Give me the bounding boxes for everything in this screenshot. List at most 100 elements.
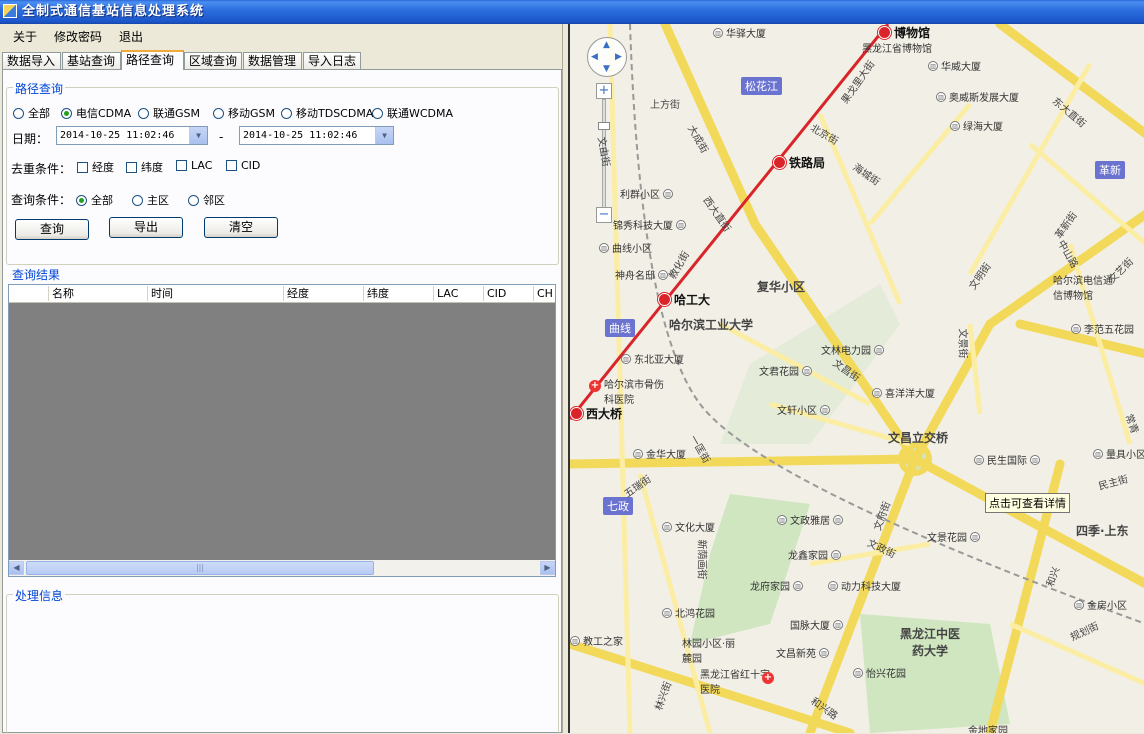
radio-network-all[interactable]: 全部 (13, 105, 50, 121)
poi[interactable]: 哈尔滨市骨伤科医院 (604, 376, 664, 406)
radio-label: 移动GSM (228, 107, 275, 120)
clear-button[interactable]: 清空 (204, 217, 278, 238)
scroll-left-icon[interactable]: ◀ (9, 561, 24, 575)
poi[interactable]: ▥ 民生国际 ▥ (974, 452, 1043, 467)
metro-station-xidaqiao[interactable]: 西大桥 (570, 405, 622, 422)
check-longitude[interactable]: 经度 (77, 159, 114, 175)
poi[interactable]: ▥ 北鸿花园 (662, 605, 715, 620)
poi[interactable]: ▥ 曲线小区 (599, 240, 652, 255)
metro-station-hit[interactable]: 哈工大 (658, 291, 710, 308)
hospital-icon[interactable]: + (589, 380, 601, 392)
menu-about[interactable]: 关于 (13, 28, 37, 45)
col-cid[interactable]: CID (484, 286, 534, 301)
date-from-picker[interactable]: 2014-10-25 11:02:46 ▼ (56, 126, 208, 145)
poi[interactable]: 龙府家园 ▥ (750, 578, 806, 593)
poi[interactable]: ▥ 量具小区 (1093, 446, 1144, 461)
poi[interactable]: ▥ 奥威斯发展大厦 (936, 89, 1019, 104)
pan-left-icon[interactable]: ◀ (591, 52, 598, 62)
poi[interactable]: ▥ 金华大厦 (633, 446, 686, 461)
poi[interactable]: ▥ 动力科技大厦 (828, 578, 901, 593)
radio-network-cdma[interactable]: 电信CDMA (61, 105, 131, 121)
date-from-value: 2014-10-25 11:02:46 (60, 130, 175, 141)
poi[interactable]: 文昌新苑 ▥ (776, 645, 832, 660)
poi[interactable]: 龙鑫家园 ▥ (788, 547, 844, 562)
poi[interactable]: ▥ 喜洋洋大厦 (872, 385, 935, 400)
poi[interactable]: ▥ 东北亚大厦 (621, 351, 684, 366)
chevron-down-icon[interactable]: ▼ (189, 127, 207, 144)
scroll-right-icon[interactable]: ▶ (540, 561, 555, 575)
map-tooltip: 点击可查看详情 (985, 493, 1070, 513)
scroll-thumb[interactable]: ||| (26, 561, 374, 575)
col-longitude[interactable]: 经度 (284, 286, 364, 301)
poi[interactable]: ▥ 李范五花园 (1071, 321, 1134, 336)
horizontal-scrollbar[interactable]: ◀ ||| ▶ (9, 560, 555, 576)
poi[interactable]: 神舟名邸 ▥ (615, 267, 671, 282)
radio-network-tdscdma[interactable]: 移动TDSCDMA (281, 105, 373, 121)
tab-area-query[interactable]: 区域查询 (184, 52, 242, 69)
poi[interactable]: 哈尔滨电信通信博物馆 (1053, 272, 1113, 302)
date-to-picker[interactable]: 2014-10-25 11:02:46 ▼ (239, 126, 394, 145)
building-icon: ▥ (676, 219, 686, 230)
poi[interactable]: ▥ 华威大厦 (928, 58, 981, 73)
results-table[interactable]: 名称 时间 经度 纬度 LAC CID CH ◀ ||| ▶ (8, 284, 556, 577)
radio-query-all[interactable]: 全部 (76, 192, 113, 208)
col-ch[interactable]: CH (534, 286, 555, 301)
metro-station-museum[interactable]: 博物馆 (878, 24, 930, 41)
col-lac[interactable]: LAC (434, 286, 484, 301)
col-name[interactable]: 名称 (49, 286, 148, 301)
radio-query-main[interactable]: 主区 (132, 192, 169, 208)
radio-network-mobile-gsm[interactable]: 移动GSM (213, 105, 275, 121)
building-icon: ▥ (974, 454, 984, 465)
poi-label: 文君花园 (759, 367, 799, 378)
poi[interactable]: ▥ 文化大厦 (662, 519, 715, 534)
checkbox (77, 161, 88, 173)
col-latitude[interactable]: 纬度 (364, 286, 434, 301)
route-query-group: 路径查询 全部 电信CDMA 联通GSM 移动GSM 移动TDSCDMA 联通W… (6, 80, 559, 265)
poi-label: 文林电力园 (821, 346, 871, 357)
map-pan-control[interactable]: ▲ ▼ ◀ ▶ (587, 37, 627, 77)
radio-network-wcdma[interactable]: 联通WCDMA (372, 105, 453, 121)
query-button[interactable]: 查询 (15, 219, 89, 240)
poi[interactable]: ▥ 教工之家 (570, 633, 623, 648)
tab-station-query[interactable]: 基站查询 (62, 52, 121, 69)
check-cid[interactable]: CID (226, 159, 260, 172)
map-view[interactable]: ▲ ▼ ◀ ▶ + − 博物馆 铁路局 哈工大 西大桥 松花江 曲线 七政 革新… (568, 24, 1144, 733)
tab-route-query[interactable]: 路径查询 (121, 50, 184, 70)
menu-change-password[interactable]: 修改密码 (54, 28, 102, 45)
poi[interactable]: ▥ 怡兴花园 (853, 665, 906, 680)
hospital-icon[interactable]: + (762, 672, 774, 684)
poi[interactable]: 黑龙江省博物馆 (862, 40, 932, 55)
poi[interactable]: 林园小区·丽麓园 (682, 635, 742, 665)
zoom-handle[interactable] (598, 122, 610, 130)
pan-down-icon[interactable]: ▼ (603, 64, 610, 74)
zoom-in-icon[interactable]: + (596, 83, 612, 99)
poi[interactable]: 利群小区 ▥ (620, 186, 676, 201)
poi[interactable]: ▥ 金房小区 (1074, 597, 1127, 612)
poi[interactable]: 国脉大厦 ▥ (790, 617, 846, 632)
poi[interactable]: ▥ 华驿大厦 (713, 25, 766, 40)
radio-network-unicom-gsm[interactable]: 联通GSM (138, 105, 200, 121)
check-lac[interactable]: LAC (176, 159, 212, 172)
pan-right-icon[interactable]: ▶ (615, 52, 622, 62)
pan-up-icon[interactable]: ▲ (603, 40, 610, 50)
poi[interactable]: 文轩小区 ▥ (777, 402, 833, 417)
poi[interactable]: 文林电力园 ▥ (821, 342, 887, 357)
chevron-down-icon[interactable]: ▼ (375, 127, 393, 144)
poi[interactable]: 文景花园 ▥ (927, 529, 983, 544)
poi[interactable]: ▥ 绿海大厦 (950, 118, 1003, 133)
col-time[interactable]: 时间 (148, 286, 284, 301)
poi[interactable]: 金地家园 (968, 722, 1008, 733)
poi[interactable]: ▥ 文政雅居 ▥ (777, 512, 846, 527)
metro-station-railway-bureau[interactable]: 铁路局 (773, 154, 825, 171)
poi[interactable]: 锦秀科技大厦 ▥ (613, 217, 689, 232)
radio-query-neighbor[interactable]: 邻区 (188, 192, 225, 208)
check-latitude[interactable]: 纬度 (126, 159, 163, 175)
tab-import-log[interactable]: 导入日志 (303, 52, 361, 69)
zoom-out-icon[interactable]: − (596, 207, 612, 223)
menu-exit[interactable]: 退出 (119, 28, 143, 45)
tab-data-import[interactable]: 数据导入 (2, 52, 61, 69)
poi-label: 李范五花园 (1084, 325, 1134, 336)
export-button[interactable]: 导出 (109, 217, 183, 238)
poi[interactable]: 文君花园 ▥ (759, 363, 815, 378)
tab-data-management[interactable]: 数据管理 (243, 52, 302, 69)
